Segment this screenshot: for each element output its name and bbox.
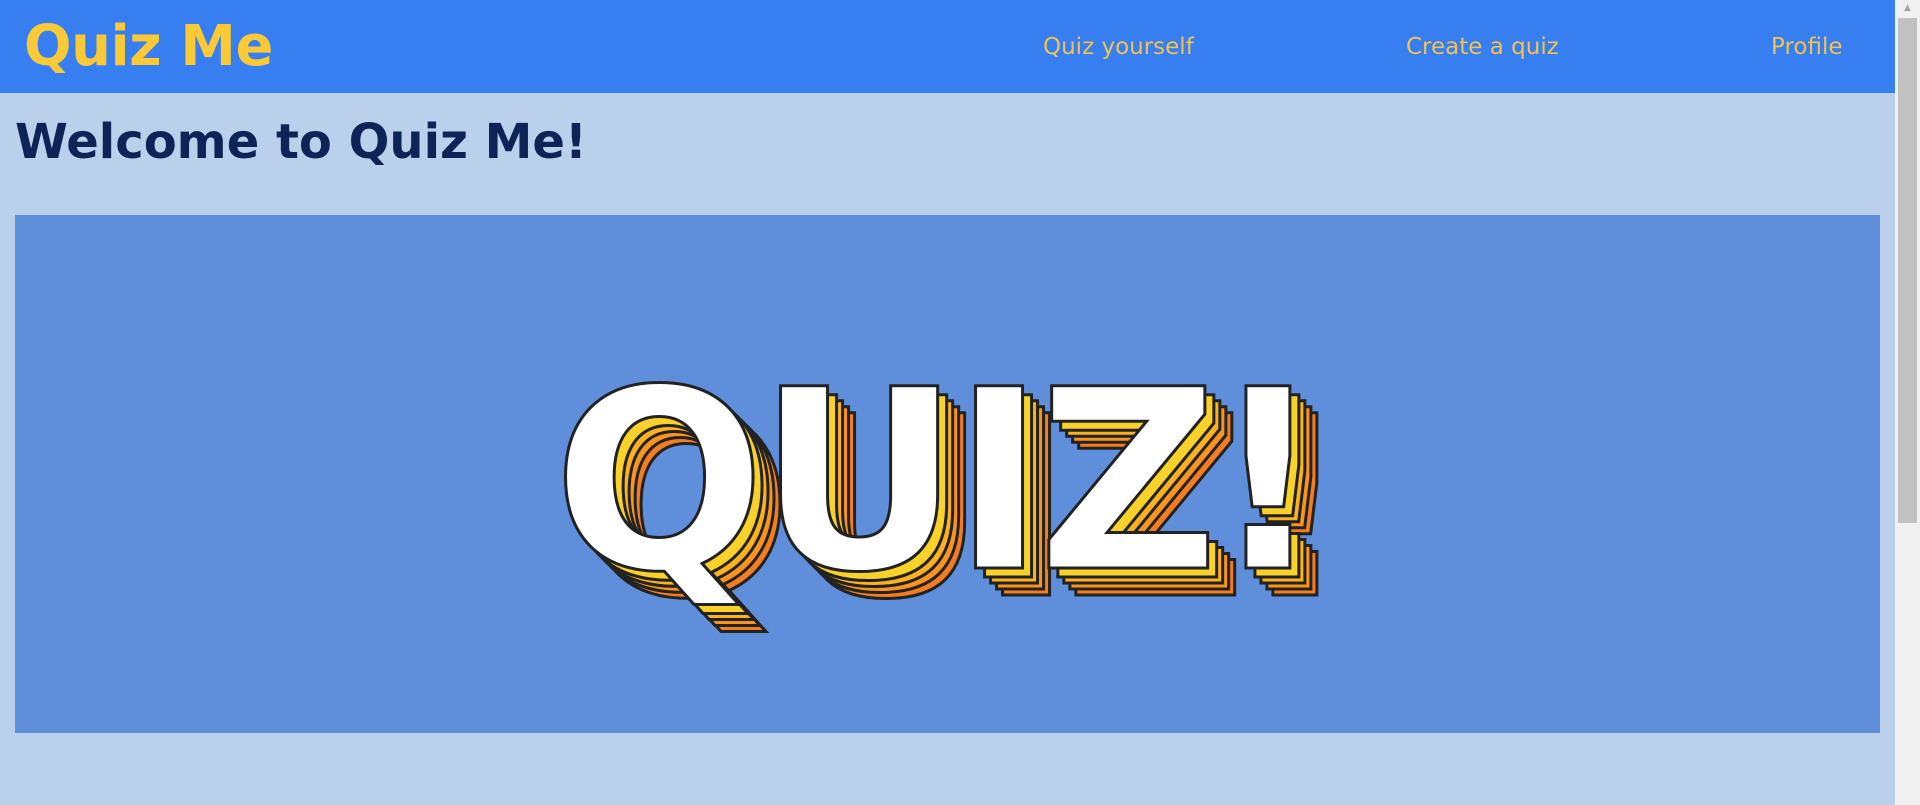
quiz-logo-front: QUIZ! xyxy=(553,336,1317,627)
page-title: Welcome to Quiz Me! xyxy=(15,114,587,170)
triangle-up-icon[interactable]: ▲ xyxy=(1895,0,1920,16)
scrollbar-thumb[interactable] xyxy=(1898,18,1917,523)
page: Quiz Me Quiz yourself Create a quiz Prof… xyxy=(0,0,1920,805)
nav-link-create-a-quiz[interactable]: Create a quiz xyxy=(1406,31,1559,63)
nav-link-quiz-yourself[interactable]: Quiz yourself xyxy=(1043,31,1194,63)
brand-logo-link[interactable]: Quiz Me xyxy=(24,12,273,82)
quiz-logo-image: QUIZ! QUIZ! QUIZ! QUIZ! QUIZ! xyxy=(552,335,1354,656)
hero-banner: QUIZ! QUIZ! QUIZ! QUIZ! QUIZ! xyxy=(15,215,1880,733)
navbar: Quiz Me Quiz yourself Create a quiz Prof… xyxy=(0,0,1895,93)
vertical-scrollbar[interactable]: ▲ xyxy=(1895,0,1920,805)
nav-link-profile[interactable]: Profile xyxy=(1771,31,1843,63)
